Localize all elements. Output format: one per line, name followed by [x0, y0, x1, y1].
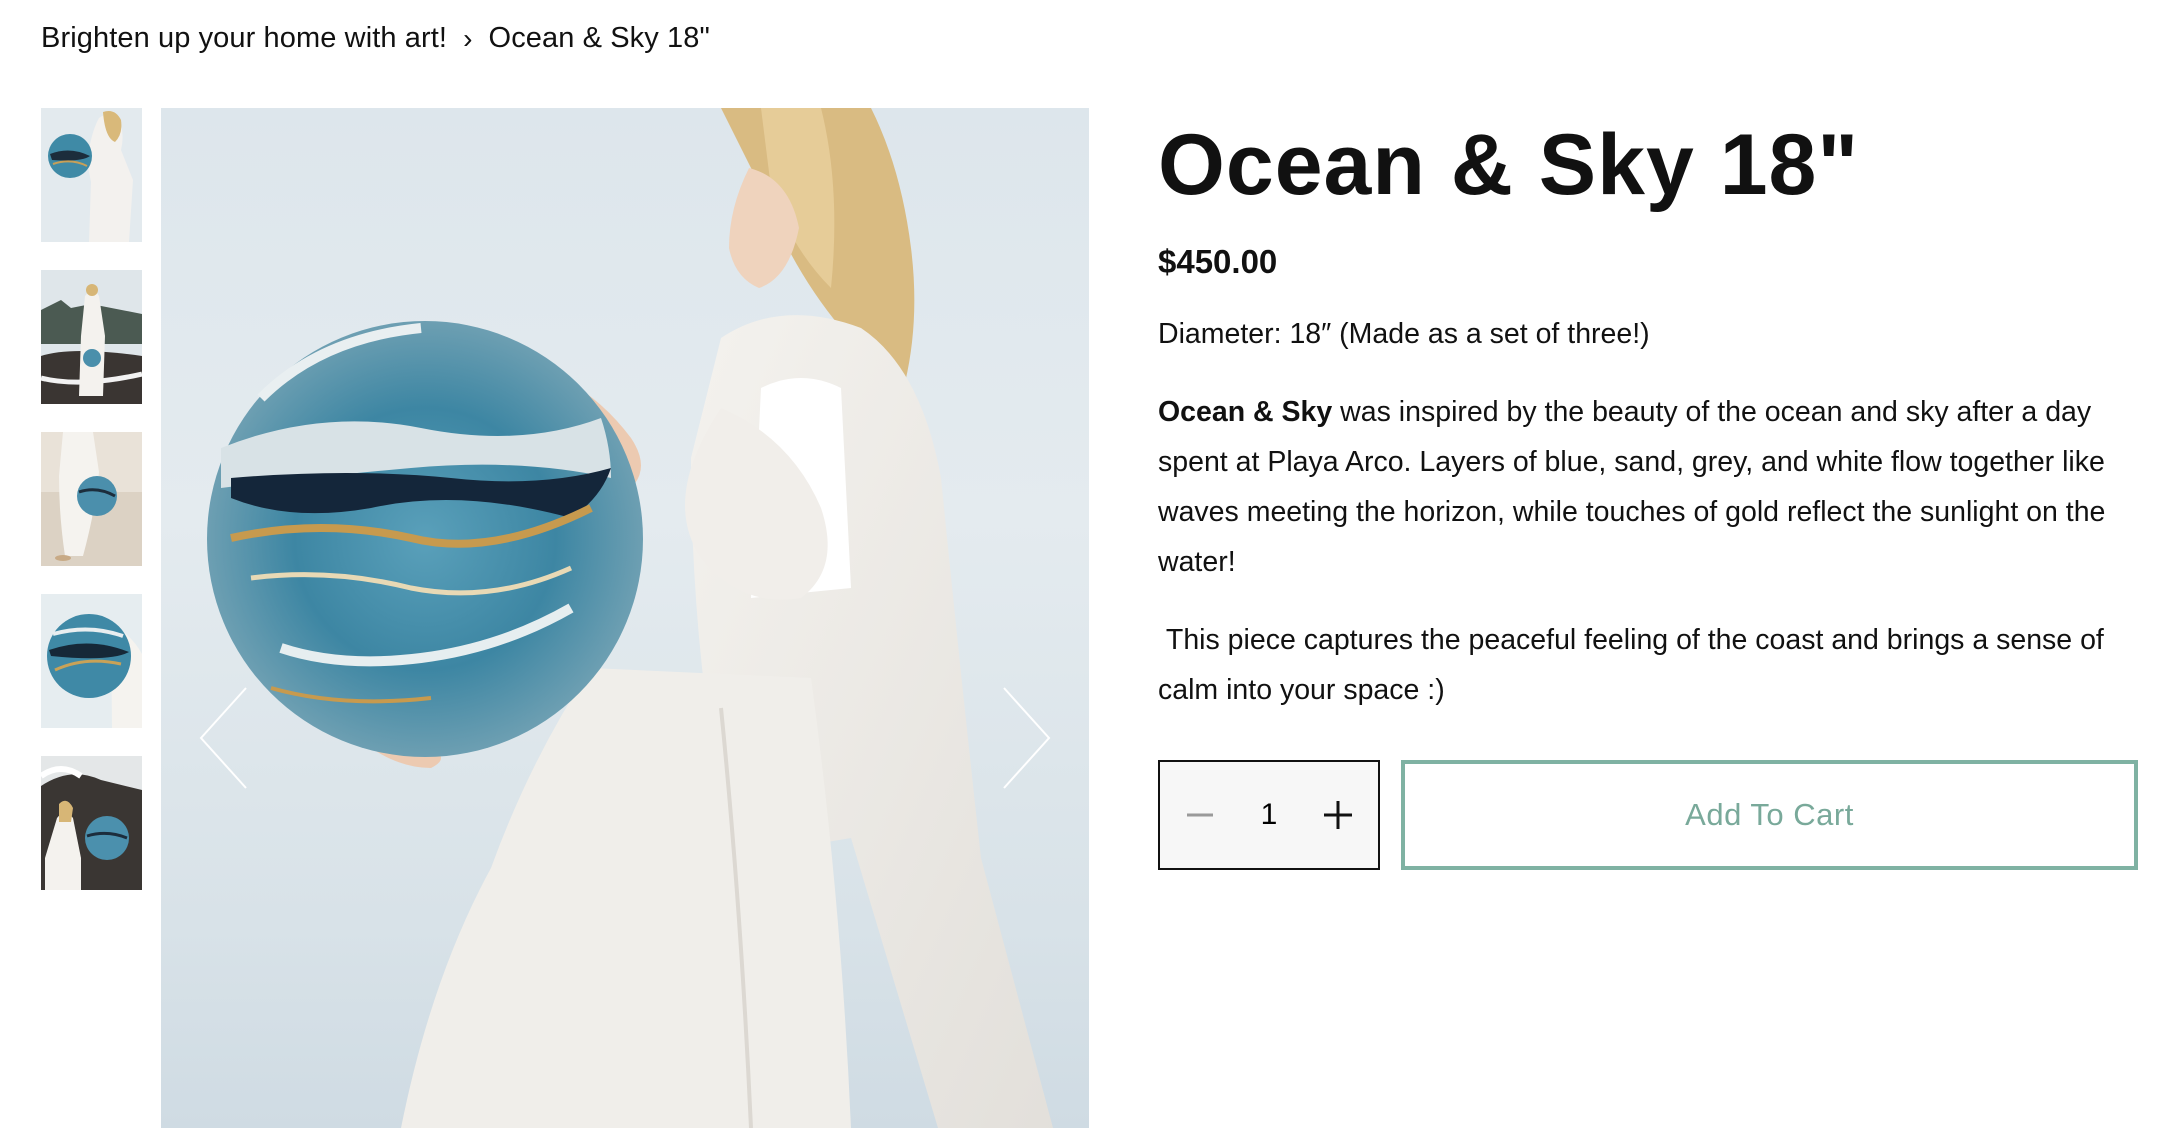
quantity-input[interactable]	[1239, 798, 1299, 832]
thumbnail-5[interactable]	[41, 756, 142, 890]
purchase-row: Add To Cart	[1158, 760, 2138, 872]
chevron-left-icon	[199, 687, 247, 789]
quantity-decrease-button[interactable]	[1182, 797, 1218, 833]
product-main-image	[161, 108, 1089, 1128]
minus-icon	[1187, 813, 1213, 817]
thumbnail-1[interactable]	[41, 108, 142, 242]
thumbnail-4[interactable]	[41, 594, 142, 728]
gallery-next-button[interactable]	[989, 678, 1059, 798]
product-title: Ocean & Sky 18"	[1158, 117, 1860, 213]
breadcrumb: Brighten up your home with art! › Ocean …	[41, 22, 710, 55]
description-bold-name: Ocean & Sky	[1158, 396, 1333, 429]
product-price: $450.00	[1158, 243, 1278, 281]
product-info: Ocean & Sky 18" $450.00 Diameter: 18″ (M…	[1158, 108, 2138, 870]
product-photo	[207, 108, 1053, 1128]
thumbnail-3[interactable]	[41, 432, 142, 566]
breadcrumb-parent-link[interactable]: Brighten up your home with art!	[41, 22, 447, 55]
product-diameter: Diameter: 18″ (Made as a set of three!)	[1158, 318, 1650, 351]
add-to-cart-button[interactable]: Add To Cart	[1401, 760, 2138, 870]
breadcrumb-current: Ocean & Sky 18"	[488, 22, 710, 54]
product-description-2: This piece captures the peaceful feeling…	[1158, 624, 2112, 707]
quantity-increase-button[interactable]	[1320, 797, 1356, 833]
quantity-stepper	[1158, 760, 1380, 870]
thumbnail-2[interactable]	[41, 270, 142, 404]
product-description: Ocean & Sky was inspired by the beauty o…	[1158, 387, 2138, 587]
breadcrumb-separator: ›	[463, 22, 473, 54]
chevron-right-icon	[1003, 687, 1051, 789]
gallery-prev-button[interactable]	[191, 678, 261, 798]
plus-icon	[1324, 801, 1352, 829]
